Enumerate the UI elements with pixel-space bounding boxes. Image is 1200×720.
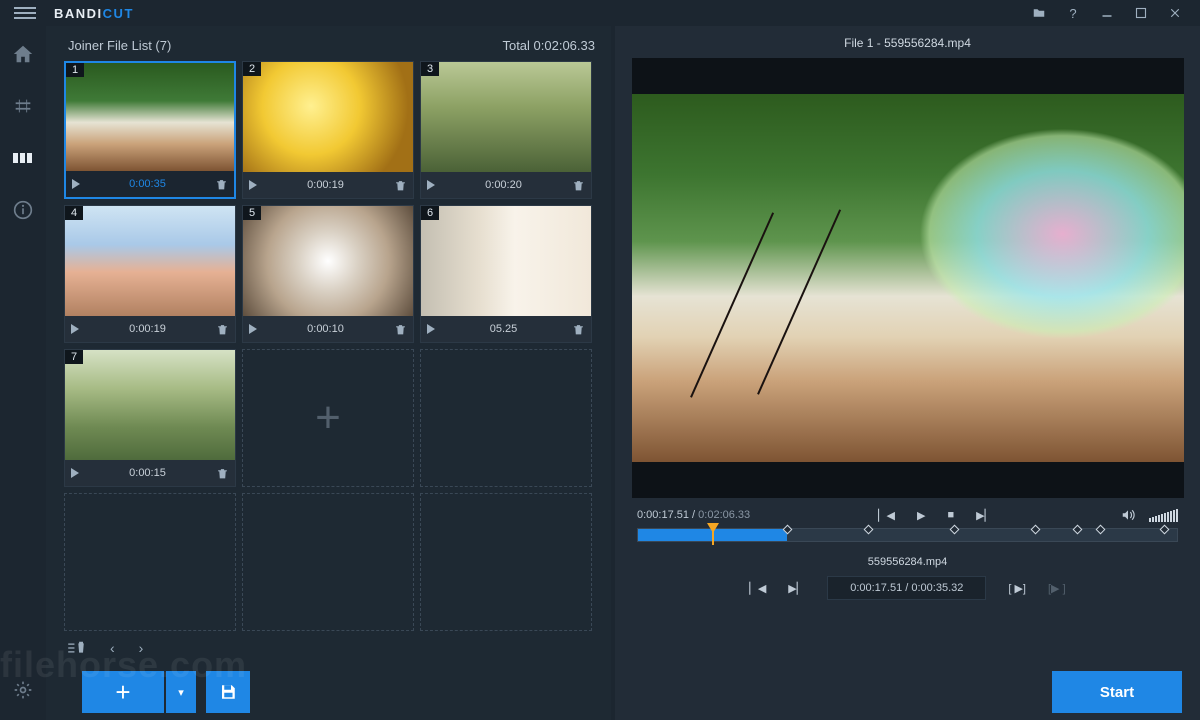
clip-duration: 05.25 [441, 323, 566, 335]
close-button[interactable] [1158, 0, 1192, 26]
segment-time: 0:00:17.51 / 0:00:35.32 [827, 576, 986, 600]
clip-index: 2 [243, 62, 261, 76]
clip-delete-button[interactable] [216, 467, 229, 480]
clip-delete-button[interactable] [216, 323, 229, 336]
timeline[interactable] [637, 528, 1178, 542]
playhead[interactable] [707, 523, 719, 533]
clip-duration: 0:00:19 [263, 179, 388, 191]
clip-play-button[interactable] [72, 179, 80, 189]
clip-duration: 0:00:35 [86, 178, 209, 190]
clip-delete-button[interactable] [394, 179, 407, 192]
mark-in-button[interactable]: [ ▶] [1008, 582, 1026, 595]
next-clip-button[interactable]: ▶▏ [976, 509, 993, 522]
clip-delete-button[interactable] [572, 323, 585, 336]
volume-slider[interactable] [1149, 509, 1178, 522]
clip-item[interactable]: 7 0:00:15 [64, 349, 236, 487]
empty-slot [420, 493, 592, 631]
nav-home[interactable] [9, 40, 37, 68]
clip-item[interactable]: 1 0:00:35 [64, 61, 236, 199]
watermark: filehorse.com [0, 644, 247, 686]
open-file-button[interactable] [1022, 0, 1056, 26]
clip-play-button[interactable] [427, 180, 435, 190]
maximize-button[interactable] [1124, 0, 1158, 26]
clip-item[interactable]: 605.25 [420, 205, 592, 343]
clip-item[interactable]: 2 0:00:19 [242, 61, 414, 199]
prev-clip-button[interactable]: ▏◀ [878, 509, 895, 522]
start-button[interactable]: Start [1052, 671, 1182, 713]
clip-duration: 0:00:20 [441, 179, 566, 191]
nav-cut[interactable] [9, 92, 37, 120]
empty-slot [64, 493, 236, 631]
empty-slot [420, 349, 592, 487]
clip-play-button[interactable] [427, 324, 435, 334]
current-clip-name: 559556284.mp4 [615, 542, 1200, 574]
help-button[interactable]: ? [1056, 0, 1090, 26]
volume-icon[interactable] [1121, 508, 1135, 522]
clip-play-button[interactable] [71, 324, 79, 334]
mark-out-button[interactable]: [▶ ] [1048, 582, 1066, 595]
minimize-button[interactable] [1090, 0, 1124, 26]
clip-play-button[interactable] [71, 468, 79, 478]
stop-button[interactable]: ■ [947, 509, 954, 521]
app-logo: BANDICUT [54, 6, 134, 21]
clip-duration: 0:00:10 [263, 323, 388, 335]
list-total: Total 0:02:06.33 [502, 38, 595, 53]
seg-next-button[interactable]: ▶▏ [788, 582, 805, 595]
playhead-time: 0:00:17.51 / 0:02:06.33 [637, 509, 750, 521]
menu-button[interactable] [14, 4, 36, 22]
preview-image [632, 94, 1184, 462]
preview-viewport [632, 58, 1184, 498]
nav-join[interactable] [9, 144, 37, 172]
clip-delete-button[interactable] [215, 178, 228, 191]
clip-index: 4 [65, 206, 83, 220]
preview-title: File 1 - 559556284.mp4 [615, 26, 1200, 58]
sidebar [0, 26, 46, 720]
clip-play-button[interactable] [249, 324, 257, 334]
clip-delete-button[interactable] [572, 179, 585, 192]
nav-info[interactable] [9, 196, 37, 224]
clip-index: 6 [421, 206, 439, 220]
list-title: Joiner File List (7) [68, 38, 171, 53]
preview-panel: File 1 - 559556284.mp4 0:00:17.51 / 0:02… [615, 26, 1200, 720]
clip-item[interactable]: 5 0:00:10 [242, 205, 414, 343]
clip-duration: 0:00:19 [85, 323, 210, 335]
clip-play-button[interactable] [249, 180, 257, 190]
clip-duration: 0:00:15 [85, 467, 210, 479]
clip-index: 1 [66, 63, 84, 77]
clip-item[interactable]: 3 0:00:20 [420, 61, 592, 199]
clip-index: 5 [243, 206, 261, 220]
joiner-panel: Joiner File List (7) Total 0:02:06.33 1 0… [46, 26, 611, 720]
clip-index: 3 [421, 62, 439, 76]
clip-delete-button[interactable] [394, 323, 407, 336]
clip-index: 7 [65, 350, 83, 364]
titlebar: BANDICUT ? [0, 0, 1200, 26]
add-slot[interactable]: + [242, 349, 414, 487]
seg-prev-button[interactable]: ▏◀ [749, 582, 766, 595]
empty-slot [242, 493, 414, 631]
clip-item[interactable]: 4 0:00:19 [64, 205, 236, 343]
play-button[interactable]: ▶ [917, 509, 925, 522]
